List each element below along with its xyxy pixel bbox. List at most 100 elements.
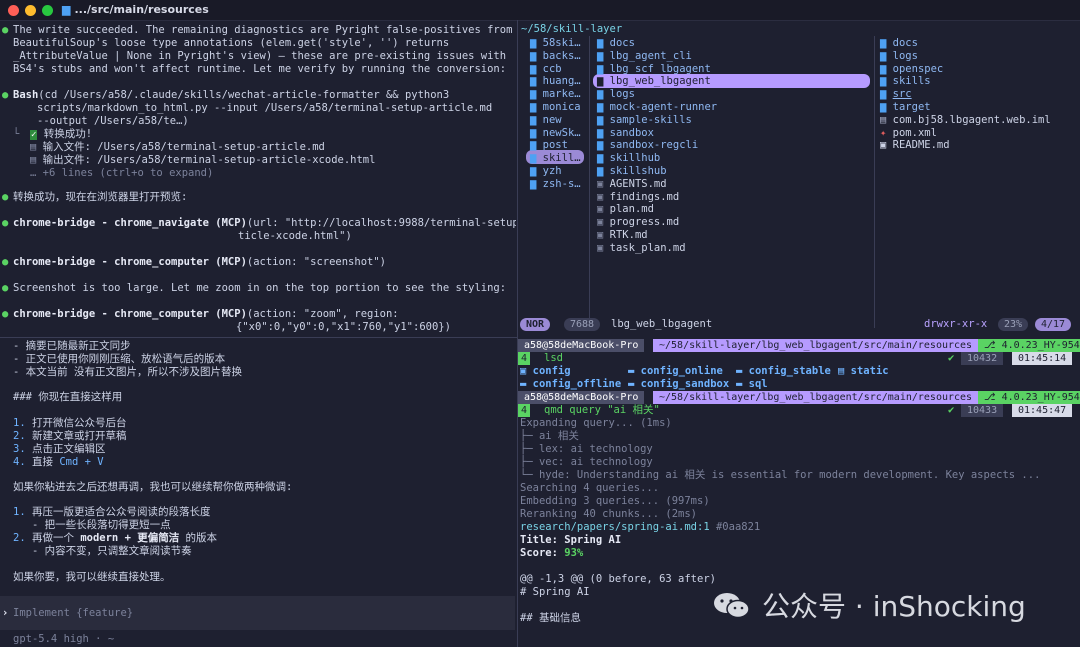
command-line: qmd query "ai 相关" — [544, 404, 660, 416]
minimize-button[interactable] — [25, 5, 36, 16]
prompt-input[interactable]: › Implement {feature} — [0, 596, 515, 630]
parent-dir-entry[interactable]: ▆ post — [530, 139, 568, 152]
folder-icon: ▆ — [530, 88, 537, 101]
close-button[interactable] — [8, 5, 19, 16]
document-icon: ▤ — [30, 141, 37, 153]
folder-icon: ▆ — [597, 101, 604, 113]
folder-icon: ▆ — [597, 75, 604, 88]
parent-dir-entry[interactable]: ▆ skill… — [530, 152, 581, 165]
folder-icon: ▆ — [530, 49, 537, 62]
expand-hint[interactable]: … +6 lines (ctrl+o to expand) — [30, 167, 213, 180]
dir-entry[interactable]: ▆ skillshub — [597, 165, 667, 178]
text-line: - 摘要已随最新正文同步 — [13, 340, 131, 352]
text-line: 转换成功，现在在浏览器里打开预览: — [13, 191, 188, 203]
success-icon: ✔ — [948, 404, 955, 416]
folder-icon: ▆ — [530, 75, 537, 88]
input-file-line: ▤ 输入文件: /Users/a58/terminal-setup-articl… — [30, 141, 325, 153]
bullet: ● — [2, 24, 9, 36]
parent-dir-entry[interactable]: ▆ newSk… — [530, 127, 581, 140]
markdown-icon: ▣ — [597, 229, 604, 241]
result-ok: ✓ 转换成功! — [30, 128, 93, 140]
list-item: 3. 点击正文编辑区 — [13, 443, 106, 455]
file-entry[interactable]: ▣ README.md — [880, 139, 950, 152]
result-path[interactable]: research/papers/spring-ai.md:1 #0aa821 — [520, 521, 760, 534]
folder-icon: ▬ — [628, 378, 635, 390]
dir-entry[interactable]: ▆ lbg_web_lbgagent — [597, 75, 711, 88]
markdown-heading: # Spring AI — [520, 586, 590, 598]
dir-entry[interactable]: ▬ config_online — [628, 365, 723, 378]
dir-entry[interactable]: ▬ config_sandbox — [628, 378, 729, 391]
file-entry[interactable]: ▣ AGENTS.md — [597, 178, 667, 191]
file-entry[interactable]: ▣ plan.md — [597, 203, 654, 216]
mcp-call: chrome-bridge - chrome_computer (MCP)(ac… — [13, 308, 399, 320]
parent-dir-entry[interactable]: ▆ huang… — [530, 75, 581, 88]
file-entry[interactable]: ▣ task_plan.md — [597, 242, 686, 255]
parent-dir-entry[interactable]: ▆ monica — [530, 101, 581, 114]
list-subitem: - 内容不变，只调整文章阅读节奏 — [13, 545, 192, 557]
prompt-user: a58@58deMacBook-Pro — [518, 391, 645, 404]
folder-icon: ▆ — [530, 37, 537, 49]
dir-entry[interactable]: ▆ lbg_agent_cli — [597, 50, 692, 63]
file-entry[interactable]: ▤ com.bj58.lbgagent.web.iml — [880, 114, 1051, 127]
prompt-chevron: › — [2, 607, 9, 619]
dir-entry[interactable]: ▣ config — [520, 365, 571, 378]
dir-entry[interactable]: ▆ skillhub — [597, 152, 660, 165]
dir-entry[interactable]: ▆ openspec — [880, 63, 943, 76]
folder-icon: ▆ — [880, 88, 887, 101]
markdown-icon: ▣ — [597, 241, 604, 254]
output-line: └─ hyde: Understanding ai 相关 is essentia… — [520, 469, 1041, 481]
dir-entry[interactable]: ▆ sandbox-regcli — [597, 139, 698, 152]
dir-entry[interactable]: ▆ docs — [597, 37, 635, 50]
dir-entry[interactable]: ▆ sample-skills — [597, 114, 692, 127]
permissions: drwxr-xr-x — [924, 318, 988, 330]
dir-entry[interactable]: ▬ sql — [736, 378, 768, 391]
folder-icon: ▆ — [597, 165, 604, 177]
text-line: BS4's stubs and won't affect runtime. Le… — [13, 63, 507, 75]
markdown-heading: ## 基础信息 — [520, 612, 581, 624]
dir-entry[interactable]: ▆ lbg_scf_lbgagent — [597, 63, 711, 76]
parent-dir-entry[interactable]: ▆ zsh-s… — [530, 178, 581, 191]
markdown-icon: ▣ — [597, 177, 604, 190]
dir-entry[interactable]: ▆ src — [880, 88, 912, 101]
folder-icon: ▆ — [530, 101, 537, 113]
dir-entry[interactable]: ▆ logs — [597, 88, 635, 101]
tag-icon: ⎇ — [984, 340, 996, 351]
file-entry[interactable]: ▣ findings.md — [597, 191, 679, 204]
size-badge: 7688 — [564, 318, 601, 331]
result-title: Title: Spring AI — [520, 534, 622, 546]
dir-entry[interactable]: ▆ sandbox — [597, 127, 654, 140]
list-item: 1. 打开微信公众号后台 — [13, 417, 127, 429]
parent-dir-entry[interactable]: ▆ new — [530, 114, 562, 127]
dir-entry[interactable]: ▆ target — [880, 101, 931, 114]
parent-dir-entry[interactable]: ▆ 58ski… — [530, 37, 581, 50]
folder-icon: ▆ — [880, 75, 887, 88]
text-line: - 正文已使用你刚刚压缩、放松语气后的版本 — [13, 353, 226, 365]
parent-dir-entry[interactable]: ▆ backs… — [530, 50, 581, 63]
zoom-button[interactable] — [42, 5, 53, 16]
list-item: 2. 新建文章或打开草稿 — [13, 430, 127, 442]
jobs-badge: 4 — [518, 404, 531, 417]
parent-dir-entry[interactable]: ▆ yzh — [530, 165, 562, 178]
dir-entry[interactable]: ▆ logs — [880, 50, 918, 63]
dir-entry[interactable]: ▬ config_offline — [520, 378, 621, 391]
parent-dir-entry[interactable]: ▆ ccb — [530, 63, 562, 76]
mcp-call: chrome-bridge - chrome_navigate (MCP)(ur… — [13, 217, 516, 229]
dir-entry[interactable]: ▆ docs — [880, 37, 918, 50]
text-line: scripts/markdown_to_html.py --input /Use… — [37, 102, 493, 114]
column-divider — [874, 36, 875, 328]
section-heading: ### 你现在直接这样用 — [13, 391, 123, 403]
folder-icon: ▆ — [597, 152, 604, 165]
prompt-placeholder: Implement {feature} — [13, 607, 134, 619]
dir-entry[interactable]: ▬ config_stable — [736, 365, 831, 378]
dir-entry[interactable]: ▤ static — [838, 365, 889, 378]
file-entry[interactable]: ✦ pom.xml — [880, 127, 937, 140]
dir-entry[interactable]: ▆ mock-agent-runner — [597, 101, 717, 114]
tree-corner: └ — [13, 128, 20, 140]
file-entry[interactable]: ▣ progress.md — [597, 216, 679, 229]
file-entry[interactable]: ▣ RTK.md — [597, 229, 648, 242]
text-line: ticle-xcode.html") — [238, 230, 352, 242]
parent-dir-entry[interactable]: ▆ marke… — [530, 88, 581, 101]
file-manager-pane[interactable]: ~/58/skill-layer ▆ 58ski… ▆ backs… ▆ ccb ▆ … — [518, 20, 1080, 337]
claude-output-pane[interactable]: ● The write succeeded. The remaining dia… — [0, 20, 516, 337]
dir-entry[interactable]: ▆ skills — [880, 75, 931, 88]
